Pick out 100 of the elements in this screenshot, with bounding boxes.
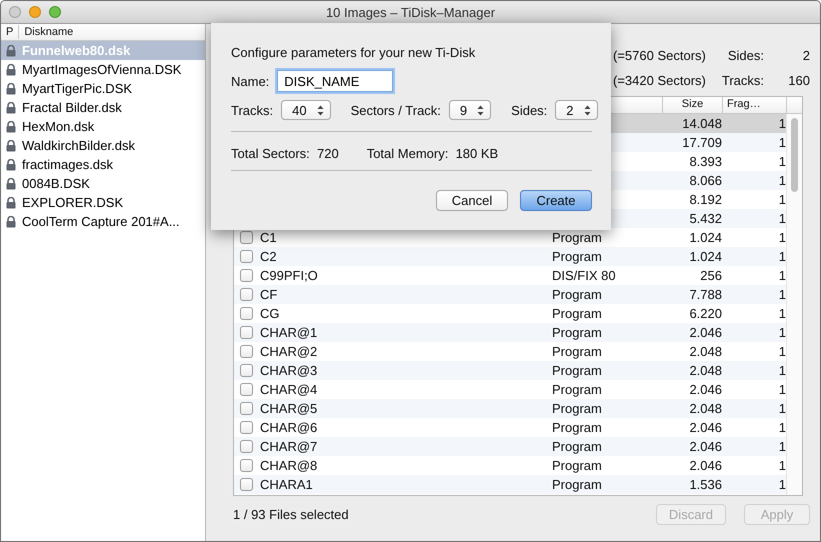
- disk-name: WaldkirchBilder.dsk: [22, 138, 135, 153]
- up-down-arrows-icon: [316, 104, 324, 116]
- info-value: 160: [787, 73, 810, 88]
- fragment-count: 1: [778, 211, 786, 226]
- file-size: 2.048: [688, 401, 722, 416]
- file-size: 2.046: [688, 325, 722, 340]
- file-type: Program: [552, 230, 603, 245]
- file-size: 1.024: [688, 249, 722, 264]
- file-name: CHAR@2: [260, 344, 318, 359]
- file-name: C99PFI;O: [260, 268, 319, 283]
- checkbox[interactable]: [240, 307, 253, 320]
- zoom-button[interactable]: [49, 6, 61, 18]
- checkbox[interactable]: [240, 421, 253, 434]
- disk-list-item[interactable]: WaldkirchBilder.dsk: [1, 136, 205, 155]
- file-size: 2.048: [688, 363, 722, 378]
- checkbox[interactable]: [240, 250, 253, 263]
- stepper[interactable]: 9: [448, 100, 492, 120]
- file-size: 2.046: [688, 382, 722, 397]
- file-row[interactable]: CHAR@1 Program 2.046 1: [234, 323, 786, 342]
- fragment-count: 1: [778, 363, 786, 378]
- disk-name: Fractal Bilder.dsk: [22, 100, 122, 115]
- file-size: 17.709: [681, 135, 722, 150]
- disk-name: MyartTigerPic.DSK: [22, 81, 132, 96]
- file-name: C1: [260, 230, 278, 245]
- info-label: Tracks:: [722, 73, 764, 88]
- file-size: 2.046: [688, 439, 722, 454]
- close-button[interactable]: [9, 6, 21, 18]
- fragment-count: 1: [778, 477, 786, 492]
- fragment-count: 1: [778, 192, 786, 207]
- stepper[interactable]: 40: [281, 100, 331, 120]
- file-size: 2.046: [688, 458, 722, 473]
- disk-name: EXPLORER.DSK: [22, 195, 124, 210]
- fragment-count: 1: [778, 154, 786, 169]
- file-row[interactable]: CHAR@3 Program 2.048 1: [234, 361, 786, 380]
- lock-icon: [6, 82, 16, 94]
- minimize-button[interactable]: [29, 6, 41, 18]
- stepper[interactable]: 2: [555, 100, 598, 120]
- file-name: CHAR@3: [260, 363, 318, 378]
- dialog-button[interactable]: Cancel: [436, 190, 508, 211]
- checkbox[interactable]: [240, 383, 253, 396]
- field-label: Name:: [231, 74, 270, 88]
- lock-icon: [6, 102, 16, 114]
- file-type: Program: [552, 249, 603, 264]
- disk-list-item[interactable]: CoolTerm Capture 201#A...: [1, 212, 205, 231]
- sector-count: (=5760 Sectors): [613, 48, 707, 63]
- file-size: 8.066: [688, 173, 722, 188]
- checkbox[interactable]: [240, 459, 253, 472]
- disk-list-item[interactable]: MyartTigerPic.DSK: [1, 79, 205, 98]
- checkbox[interactable]: [240, 440, 253, 453]
- disk-list-item[interactable]: HexMon.dsk: [1, 117, 205, 136]
- file-name: CHAR@6: [260, 420, 318, 435]
- file-name: CHAR@8: [260, 458, 318, 473]
- column-header[interactable]: P: [1, 25, 20, 39]
- file-type: Program: [552, 363, 603, 378]
- lock-icon: [6, 216, 16, 228]
- file-size: 8.192: [688, 192, 722, 207]
- file-size: 2.046: [688, 420, 722, 435]
- fragment-count: 1: [778, 382, 786, 397]
- file-type: DIS/FIX 80: [552, 268, 617, 283]
- file-row[interactable]: CF Program 7.788 1: [234, 285, 786, 304]
- file-row[interactable]: CHARA1 Program 1.536 1: [234, 475, 786, 494]
- fragment-count: 1: [778, 439, 786, 454]
- lock-icon: [6, 64, 16, 76]
- file-name: CHAR@4: [260, 382, 318, 397]
- dialog-button[interactable]: Create: [520, 190, 592, 211]
- lock-icon: [6, 196, 16, 208]
- fragment-count: 1: [778, 249, 786, 264]
- fragment-count: 1: [778, 458, 786, 473]
- checkbox[interactable]: [240, 364, 253, 377]
- checkbox[interactable]: [240, 478, 253, 491]
- disk-name: Funnelweb80.dsk: [22, 43, 130, 58]
- file-name: CHAR@7: [260, 439, 318, 454]
- lock-icon: [6, 140, 16, 152]
- file-row[interactable]: C2 Program 1.024 1: [234, 247, 786, 266]
- column-header[interactable]: Size: [662, 97, 722, 113]
- disk-list-item[interactable]: MyartImagesOfVienna.DSK: [1, 60, 205, 79]
- file-row[interactable]: CHAR@5 Program 2.048 1: [234, 399, 786, 418]
- lock-icon: [6, 178, 16, 190]
- checkbox[interactable]: [240, 345, 253, 358]
- disk-list-item[interactable]: 0084B.DSK: [1, 174, 205, 193]
- fragment-count: 1: [778, 287, 786, 302]
- stepper-label: Sectors / Track:: [350, 102, 441, 118]
- disk-list-item[interactable]: EXPLORER.DSK: [1, 193, 205, 212]
- disk-list-item[interactable]: fractimages.dsk: [1, 155, 205, 174]
- disk-name: MyartImagesOfVienna.DSK: [22, 62, 182, 77]
- disk-name: CoolTerm Capture 201#A...: [22, 214, 180, 229]
- checkbox[interactable]: [240, 402, 253, 415]
- checkbox[interactable]: [240, 231, 253, 244]
- column-header[interactable]: Diskname: [19, 25, 78, 39]
- checkbox[interactable]: [240, 288, 253, 301]
- column-header[interactable]: Frag…: [722, 97, 786, 113]
- checkbox[interactable]: [240, 269, 253, 282]
- fragment-count: 1: [778, 325, 786, 340]
- name-field[interactable]: DISK_NAME: [277, 70, 394, 92]
- up-down-arrows-icon: [584, 104, 591, 116]
- file-row[interactable]: CHAR@7 Program 2.046 1: [234, 437, 786, 456]
- disk-list-item[interactable]: Fractal Bilder.dsk: [1, 98, 205, 117]
- scrollbar[interactable]: [786, 114, 802, 495]
- file-type: Program: [552, 306, 603, 321]
- checkbox[interactable]: [240, 326, 253, 339]
